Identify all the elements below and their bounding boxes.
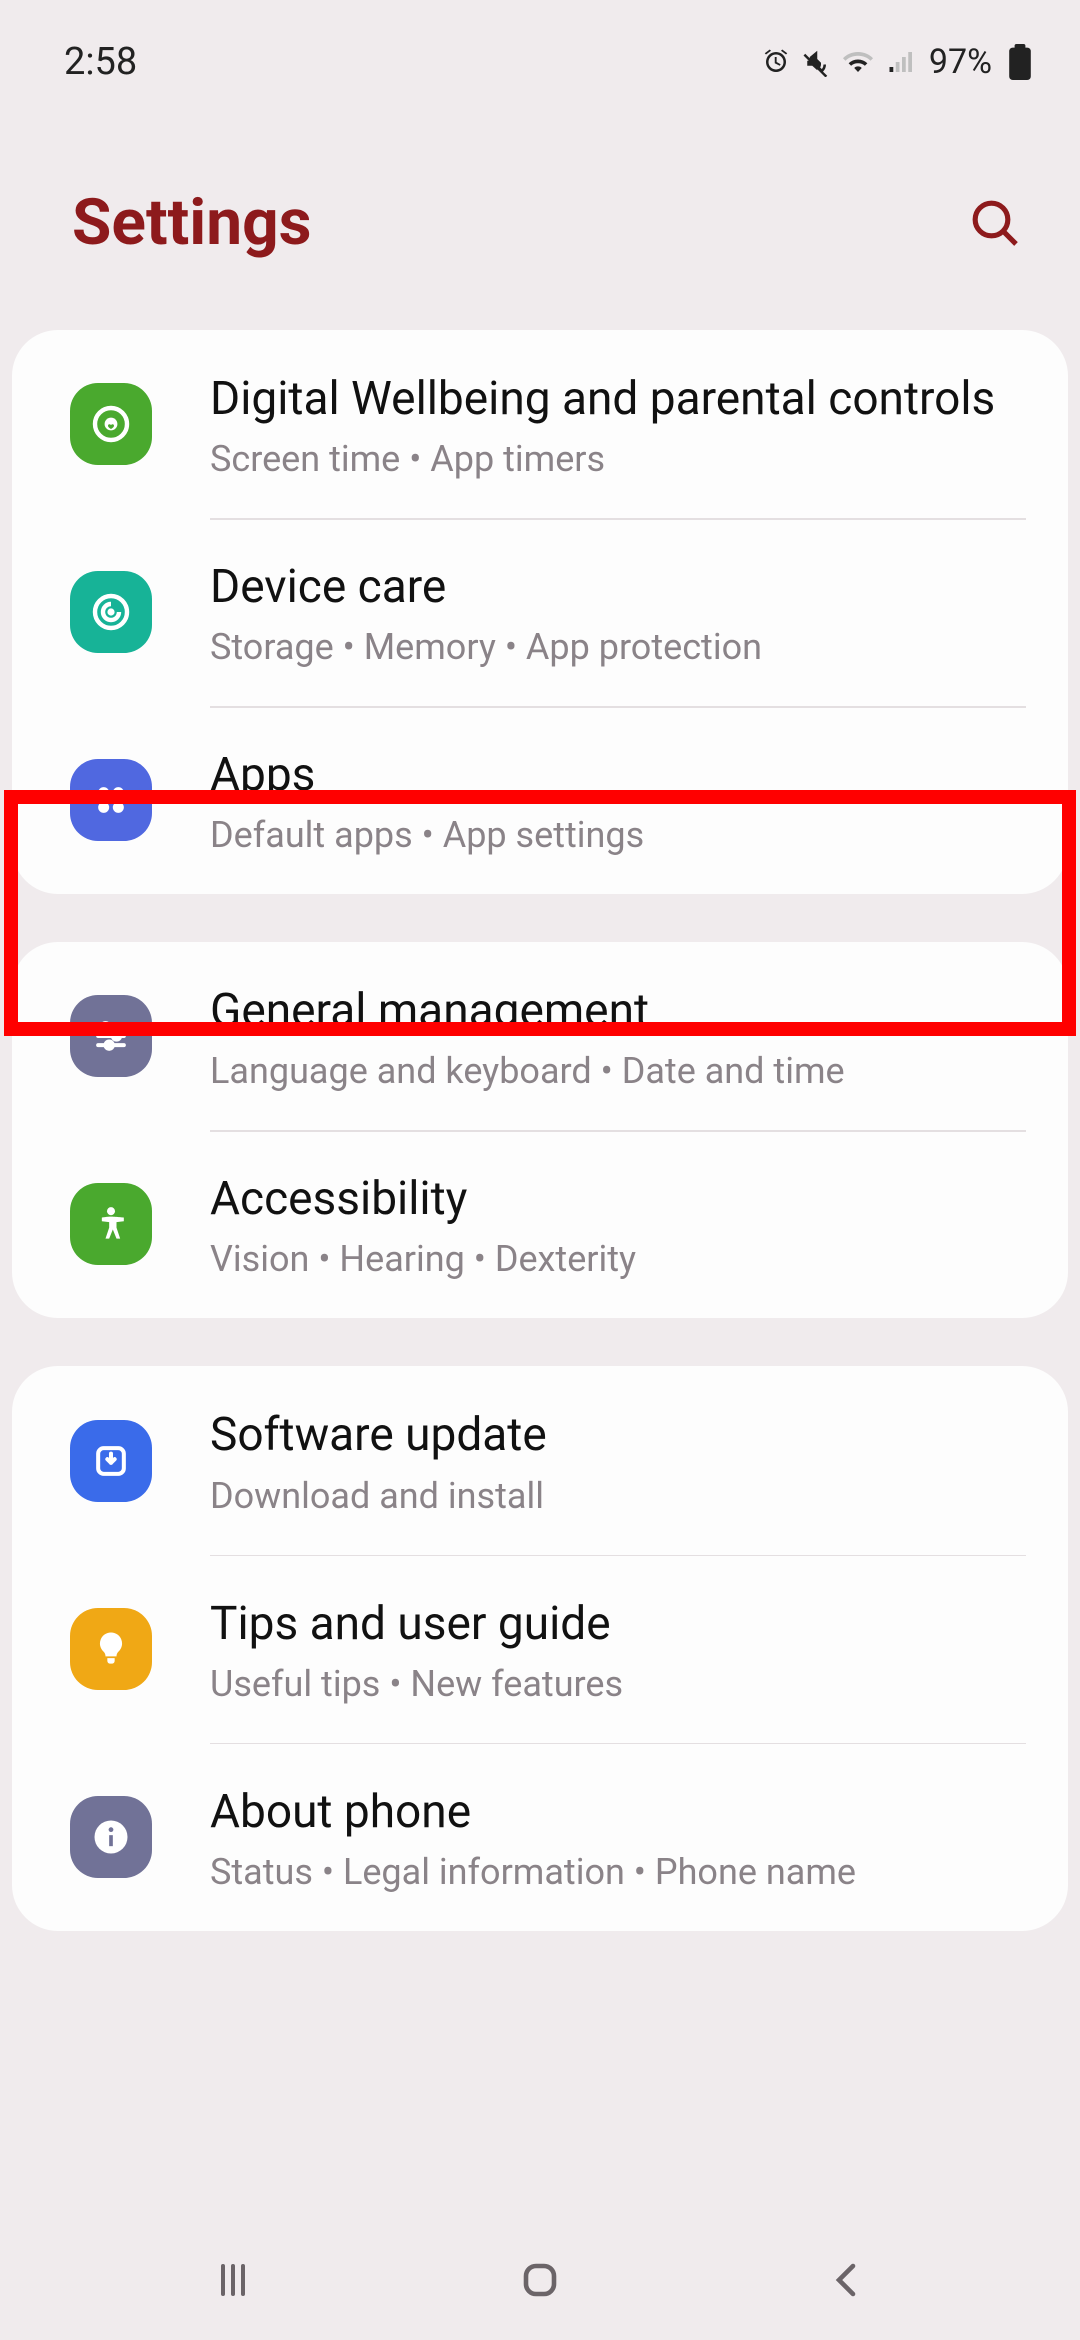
alarm-icon	[761, 47, 791, 77]
wifi-icon	[841, 47, 875, 77]
sliders-icon	[70, 995, 152, 1077]
nav-recents-button[interactable]	[193, 2240, 273, 2320]
item-subtitle: Vision • Hearing • Dexterity	[210, 1238, 1026, 1280]
update-icon	[70, 1420, 152, 1502]
battery-icon	[1008, 44, 1032, 80]
settings-section-3: Software update Download and install Tip…	[12, 1366, 1068, 1930]
status-time: 2:58	[64, 40, 137, 84]
search-icon	[967, 195, 1023, 251]
accessibility-icon	[70, 1183, 152, 1265]
settings-item-device-care[interactable]: Device care Storage • Memory • App prote…	[12, 518, 1068, 706]
item-subtitle: Storage • Memory • App protection	[210, 626, 1026, 668]
battery-percent: 97%	[929, 42, 992, 82]
settings-section-1: Digital Wellbeing and parental controls …	[12, 330, 1068, 894]
settings-item-accessibility[interactable]: Accessibility Vision • Hearing • Dexteri…	[12, 1130, 1068, 1318]
status-bar: 2:58 97%	[0, 0, 1080, 95]
navigation-bar	[0, 2220, 1080, 2340]
apps-icon	[70, 759, 152, 841]
signal-icon	[885, 47, 919, 77]
item-title: Digital Wellbeing and parental controls	[210, 368, 1026, 430]
settings-item-digital-wellbeing[interactable]: Digital Wellbeing and parental controls …	[12, 330, 1068, 518]
home-icon	[516, 2256, 564, 2304]
bulb-icon	[70, 1608, 152, 1690]
settings-item-general-management[interactable]: General management Language and keyboard…	[12, 942, 1068, 1130]
item-title: Apps	[210, 744, 1026, 806]
item-subtitle: Status • Legal information • Phone name	[210, 1851, 1026, 1893]
item-title: Device care	[210, 556, 1026, 618]
wellbeing-icon	[70, 383, 152, 465]
nav-back-button[interactable]	[807, 2240, 887, 2320]
settings-item-apps[interactable]: Apps Default apps • App settings	[12, 706, 1068, 894]
page-title: Settings	[72, 185, 312, 260]
status-icons: 97%	[761, 42, 1032, 82]
item-subtitle: Screen time • App timers	[210, 438, 1026, 480]
page-header: Settings	[0, 95, 1080, 330]
search-button[interactable]	[965, 193, 1025, 253]
settings-item-software-update[interactable]: Software update Download and install	[12, 1366, 1068, 1554]
item-subtitle: Useful tips • New features	[210, 1663, 1026, 1705]
info-icon	[70, 1796, 152, 1878]
item-title: Accessibility	[210, 1168, 1026, 1230]
nav-home-button[interactable]	[500, 2240, 580, 2320]
settings-section-2: General management Language and keyboard…	[12, 942, 1068, 1318]
devicecare-icon	[70, 571, 152, 653]
mute-icon	[801, 47, 831, 77]
item-title: Software update	[210, 1404, 1026, 1466]
settings-item-about-phone[interactable]: About phone Status • Legal information •…	[12, 1743, 1068, 1931]
item-subtitle: Default apps • App settings	[210, 814, 1026, 856]
recents-icon	[209, 2256, 257, 2304]
item-title: About phone	[210, 1781, 1026, 1843]
back-icon	[823, 2256, 871, 2304]
item-subtitle: Download and install	[210, 1475, 1026, 1517]
item-subtitle: Language and keyboard • Date and time	[210, 1050, 1026, 1092]
item-title: General management	[210, 980, 1026, 1042]
item-title: Tips and user guide	[210, 1593, 1026, 1655]
settings-item-tips[interactable]: Tips and user guide Useful tips • New fe…	[12, 1555, 1068, 1743]
